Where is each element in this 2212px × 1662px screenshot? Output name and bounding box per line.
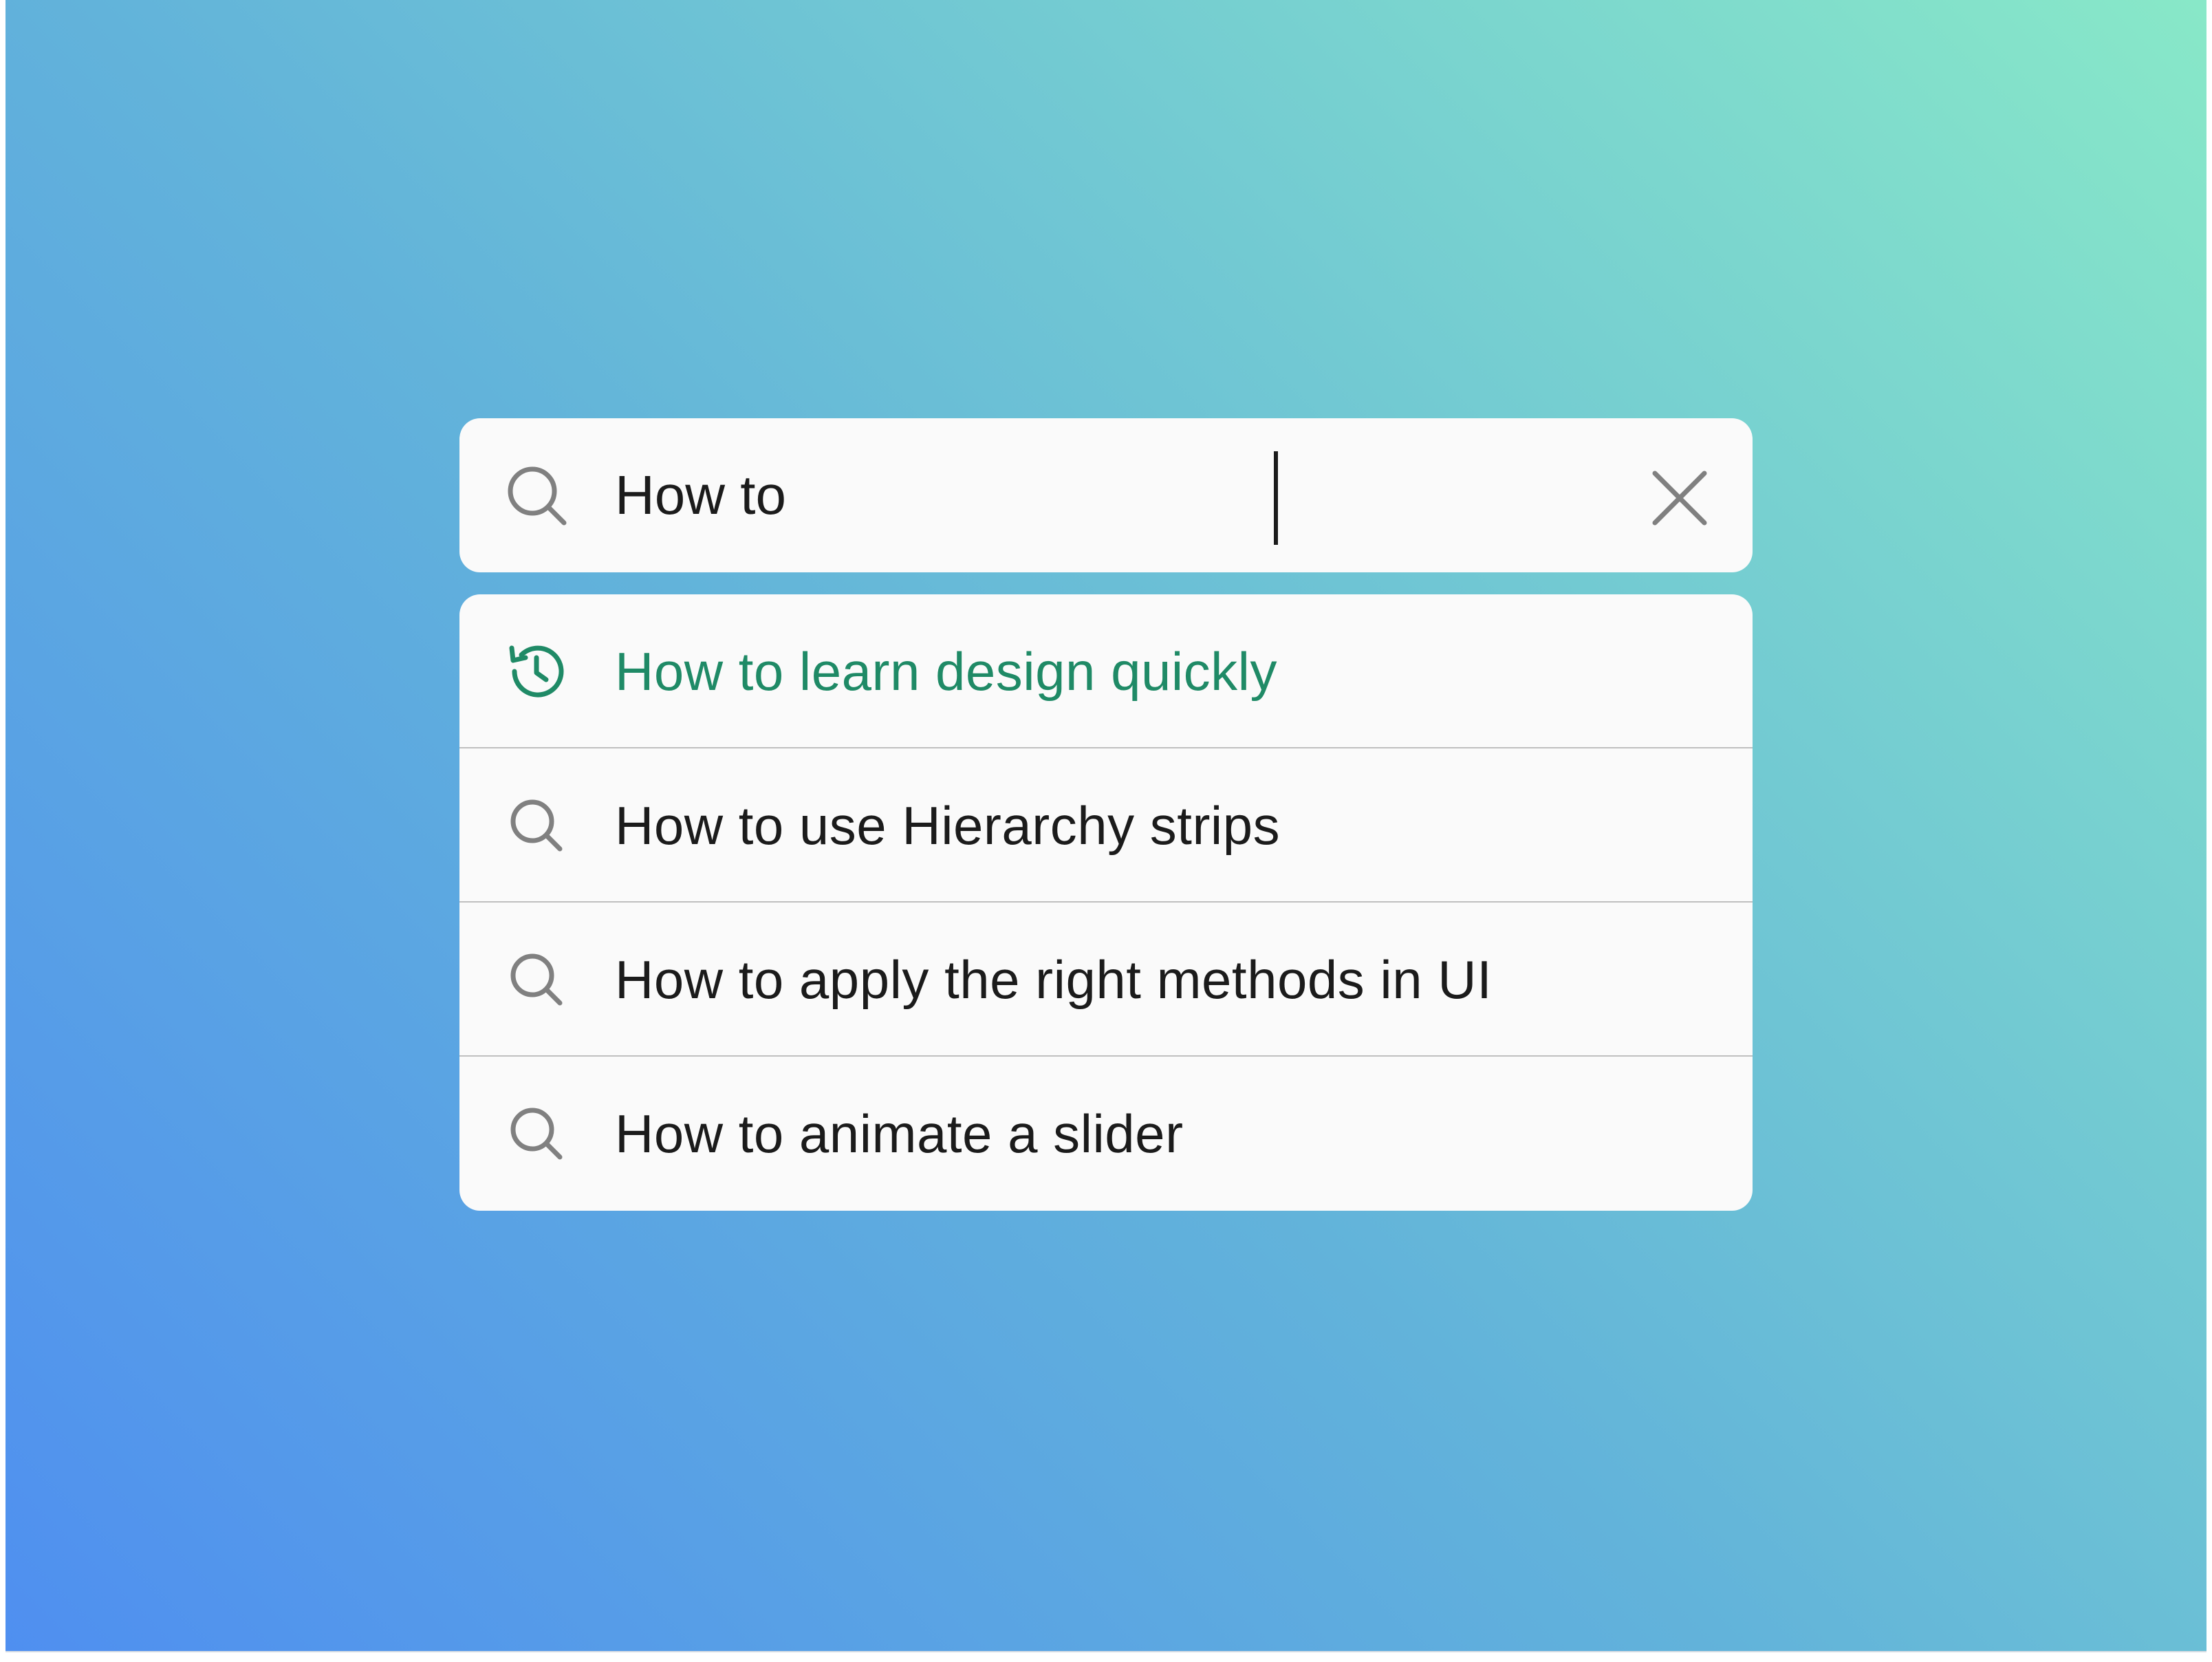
history-icon — [509, 645, 564, 698]
suggestion-label: How to animate a slider — [615, 1103, 1184, 1164]
suggestion-item[interactable]: How to use Hierarchy strips — [459, 748, 1753, 903]
search-icon — [510, 1108, 563, 1160]
suggestion-item[interactable]: How to learn design quickly — [459, 594, 1753, 748]
search-icon — [510, 799, 563, 852]
close-icon[interactable] — [1651, 469, 1709, 527]
suggestion-item[interactable]: How to apply the right methods in UI — [459, 903, 1753, 1057]
text-caret — [1274, 451, 1278, 545]
suggestion-label: How to apply the right methods in UI — [615, 949, 1493, 1010]
suggestion-item[interactable]: How to animate a slider — [459, 1057, 1753, 1211]
search-input[interactable]: How to — [615, 418, 786, 572]
search-bar[interactable]: How to — [459, 418, 1753, 572]
search-icon — [508, 466, 567, 526]
suggestion-label: How to use Hierarchy strips — [615, 795, 1281, 856]
search-icon — [510, 953, 563, 1006]
suggestions-list: How to learn design quickly How to use H… — [459, 594, 1753, 1211]
suggestion-label: How to learn design quickly — [615, 641, 1277, 702]
